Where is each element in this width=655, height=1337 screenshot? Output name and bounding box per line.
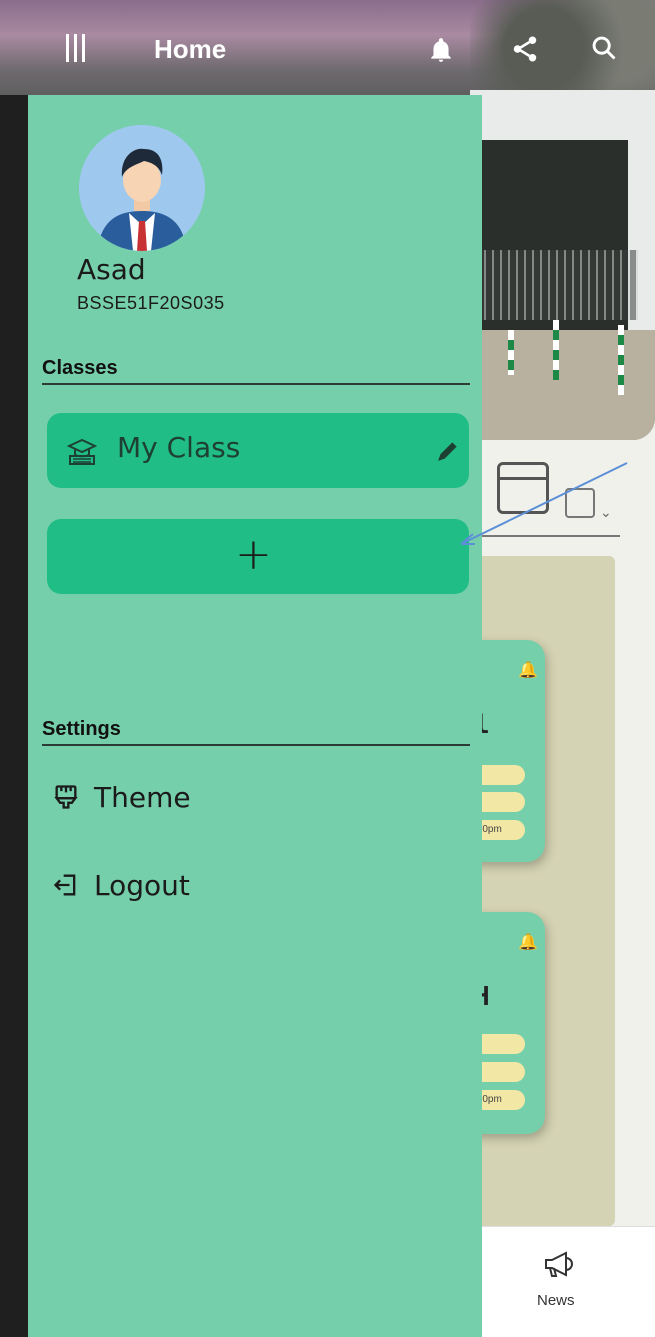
paint-brush-icon: [52, 783, 80, 811]
divider: [42, 744, 470, 746]
navigation-drawer: Asad BSSE51F20S035 Classes My Class + Se…: [0, 95, 482, 1337]
menu-item-theme[interactable]: Theme: [52, 774, 191, 820]
page-title: Home: [154, 34, 227, 64]
settings-heading: Settings: [42, 718, 121, 740]
bell-icon[interactable]: [428, 36, 454, 71]
menu-item-label: Logout: [94, 868, 190, 902]
class-item-my-class[interactable]: My Class: [47, 413, 469, 488]
menu-item-logout[interactable]: Logout: [52, 862, 190, 908]
user-name: Asad: [77, 253, 146, 286]
bell-icon[interactable]: 🔔: [518, 660, 538, 679]
bell-icon[interactable]: 🔔: [518, 932, 538, 951]
megaphone-icon[interactable]: [542, 1250, 576, 1278]
classes-heading: Classes: [42, 357, 118, 379]
nav-news-label[interactable]: News: [537, 1292, 575, 1309]
user-avatar[interactable]: [79, 125, 205, 251]
hamburger-icon[interactable]: [66, 34, 90, 62]
divider: [42, 383, 470, 385]
share-icon[interactable]: [510, 34, 540, 71]
add-class-button[interactable]: +: [47, 519, 469, 594]
bottom-navigation: [470, 1226, 655, 1337]
class-item-label: My Class: [117, 431, 241, 464]
menu-item-label: Theme: [94, 780, 191, 814]
top-app-bar: Home: [0, 0, 655, 95]
annotation-arrow: [460, 462, 628, 545]
search-icon[interactable]: [590, 34, 618, 69]
user-id: BSSE51F20S035: [77, 293, 225, 313]
plus-icon: +: [235, 529, 272, 580]
logout-icon: [52, 871, 80, 899]
classroom-icon: [66, 437, 98, 467]
